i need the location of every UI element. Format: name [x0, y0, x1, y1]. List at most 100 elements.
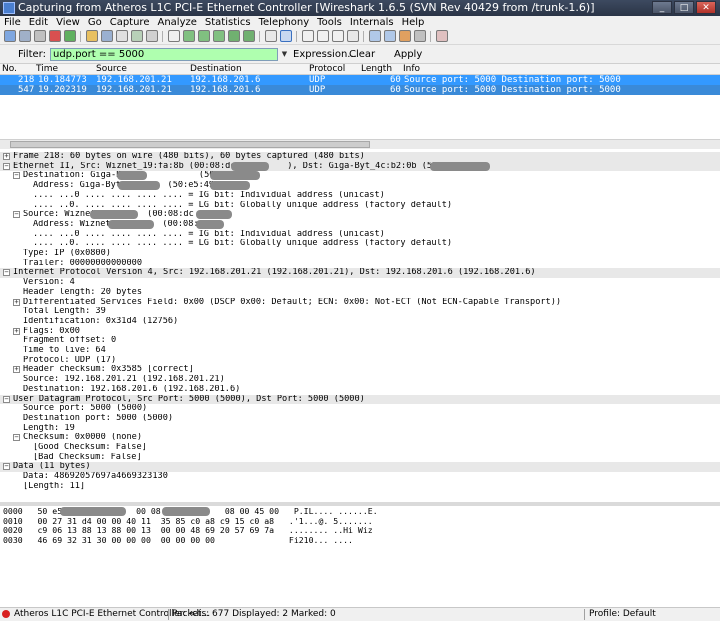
- last-packet-icon[interactable]: [243, 30, 255, 42]
- protocol-tree-item[interactable]: Length: 19: [0, 424, 720, 434]
- collapse-icon[interactable]: −: [13, 211, 20, 219]
- protocol-tree-item[interactable]: .... ..0. .... .... .... .... = LG bit: …: [0, 201, 720, 211]
- col-length[interactable]: Length: [361, 64, 392, 74]
- protocol-tree-item[interactable]: Source: 192.168.201.21 (192.168.201.21): [0, 375, 720, 385]
- find-icon[interactable]: [168, 30, 180, 42]
- protocol-tree-item[interactable]: Version: 4: [0, 278, 720, 288]
- go-to-packet-icon[interactable]: [213, 30, 225, 42]
- zoom-in-icon[interactable]: [302, 30, 314, 42]
- menu-internals[interactable]: Internals: [346, 16, 398, 29]
- colorize-icon[interactable]: [265, 30, 277, 42]
- protocol-tree-item[interactable]: Time to live: 64: [0, 346, 720, 356]
- protocol-tree-header[interactable]: − User Datagram Protocol, Src Port: 5000 …: [0, 394, 720, 405]
- options-icon[interactable]: [19, 30, 31, 42]
- protocol-tree-item[interactable]: + Header checksum: 0x3585 [correct]: [0, 365, 720, 375]
- preferences-icon[interactable]: [414, 30, 426, 42]
- col-no[interactable]: No.: [2, 64, 17, 74]
- collapse-icon[interactable]: −: [3, 269, 10, 277]
- expression-button[interactable]: Expression...: [293, 49, 357, 60]
- protocol-tree-item[interactable]: [Good Checksum: False]: [0, 443, 720, 453]
- protocol-tree-item[interactable]: Destination port: 5000 (5000): [0, 414, 720, 424]
- chevron-down-icon[interactable]: ▼: [280, 48, 289, 61]
- capture-filters-icon[interactable]: [369, 30, 381, 42]
- apply-button[interactable]: Apply: [394, 49, 422, 60]
- collapse-icon[interactable]: −: [3, 395, 10, 403]
- protocol-tree-item[interactable]: + Differentiated Services Field: 0x00 (DS…: [0, 298, 720, 308]
- protocol-tree-item[interactable]: + Flags: 0x00: [0, 327, 720, 337]
- protocol-tree-item[interactable]: Protocol: UDP (17): [0, 356, 720, 366]
- col-source[interactable]: Source: [96, 64, 127, 74]
- protocol-tree-item[interactable]: Header length: 20 bytes: [0, 288, 720, 298]
- start-capture-icon[interactable]: [34, 30, 46, 42]
- protocol-tree-item[interactable]: Identification: 0x31d4 (12756): [0, 317, 720, 327]
- expand-icon[interactable]: +: [13, 366, 20, 374]
- menu-edit[interactable]: Edit: [25, 16, 52, 29]
- minimize-button[interactable]: _: [652, 1, 672, 14]
- menu-telephony[interactable]: Telephony: [255, 16, 314, 29]
- help-icon[interactable]: [436, 30, 448, 42]
- protocol-tree-header[interactable]: + Frame 218: 60 bytes on wire (480 bits),…: [0, 152, 720, 162]
- protocol-tree-item[interactable]: .... ..0. .... .... .... .... = LG bit: …: [0, 239, 720, 249]
- collapse-icon[interactable]: −: [3, 463, 10, 471]
- protocol-tree-header[interactable]: − Internet Protocol Version 4, Src: 192.1…: [0, 268, 720, 279]
- packet-row[interactable]: 547 19.202319 192.168.201.21 192.168.201…: [0, 85, 720, 95]
- protocol-tree-item[interactable]: Address: Giga-Byt_ (50:e5:49: [0, 181, 720, 191]
- collapse-icon[interactable]: −: [3, 162, 10, 170]
- protocol-tree-header[interactable]: − Data (11 bytes): [0, 462, 720, 473]
- scrollbar-thumb[interactable]: [10, 141, 370, 148]
- menu-tools[interactable]: Tools: [313, 16, 346, 29]
- stop-capture-icon[interactable]: [49, 30, 61, 42]
- expand-icon[interactable]: +: [3, 153, 10, 160]
- protocol-tree-item[interactable]: Total Length: 39: [0, 307, 720, 317]
- protocol-tree-item[interactable]: .... ...0 .... .... .... .... = IG bit: …: [0, 230, 720, 240]
- coloring-rules-icon[interactable]: [399, 30, 411, 42]
- first-packet-icon[interactable]: [228, 30, 240, 42]
- packet-list-scrollbar[interactable]: [0, 139, 720, 149]
- zoom-out-icon[interactable]: [317, 30, 329, 42]
- protocol-tree-item[interactable]: Source port: 5000 (5000): [0, 404, 720, 414]
- filter-input[interactable]: udp.port == 5000: [50, 48, 278, 61]
- menu-view[interactable]: View: [52, 16, 84, 29]
- expand-icon[interactable]: +: [13, 298, 20, 306]
- go-forward-icon[interactable]: [198, 30, 210, 42]
- col-protocol[interactable]: Protocol: [309, 64, 345, 74]
- menu-file[interactable]: File: [0, 16, 25, 29]
- protocol-tree-item[interactable]: .... ...0 .... .... .... .... = IG bit: …: [0, 191, 720, 201]
- menu-statistics[interactable]: Statistics: [201, 16, 255, 29]
- protocol-tree-item[interactable]: Trailer: 00000000000000: [0, 259, 720, 269]
- collapse-icon[interactable]: −: [13, 434, 20, 442]
- protocol-tree-item[interactable]: [Bad Checksum: False]: [0, 453, 720, 463]
- hex-dump-line[interactable]: 0030 46 69 32 31 30 00 00 00 00 00 00 00…: [3, 535, 353, 546]
- menu-help[interactable]: Help: [398, 16, 429, 29]
- protocol-tree-item[interactable]: − Checksum: 0x0000 (none): [0, 433, 720, 443]
- interfaces-icon[interactable]: [4, 30, 16, 42]
- col-destination[interactable]: Destination: [190, 64, 242, 74]
- col-info[interactable]: Info: [403, 64, 420, 74]
- collapse-icon[interactable]: −: [13, 172, 20, 180]
- protocol-tree-item[interactable]: Fragment offset: 0: [0, 336, 720, 346]
- resize-columns-icon[interactable]: [347, 30, 359, 42]
- save-icon[interactable]: [101, 30, 113, 42]
- maximize-button[interactable]: □: [674, 1, 694, 14]
- protocol-tree-item[interactable]: [Length: 11]: [0, 482, 720, 492]
- protocol-tree-item[interactable]: Destination: 192.168.201.6 (192.168.201.…: [0, 385, 720, 395]
- expand-icon[interactable]: +: [13, 327, 20, 335]
- open-icon[interactable]: [86, 30, 98, 42]
- col-time[interactable]: Time: [36, 64, 58, 74]
- protocol-tree-header[interactable]: − Ethernet II, Src: Wiznet_19:fa:8b (00:0…: [0, 161, 720, 172]
- capture-status-icon[interactable]: [2, 610, 10, 618]
- close-file-icon[interactable]: [116, 30, 128, 42]
- packet-row[interactable]: 218 10.184773 192.168.201.21 192.168.201…: [0, 75, 720, 85]
- display-filters-icon[interactable]: [384, 30, 396, 42]
- close-button[interactable]: ✕: [696, 1, 716, 14]
- restart-capture-icon[interactable]: [64, 30, 76, 42]
- reload-icon[interactable]: [131, 30, 143, 42]
- protocol-tree-item[interactable]: Type: IP (0x0800): [0, 249, 720, 259]
- normal-size-icon[interactable]: [332, 30, 344, 42]
- print-icon[interactable]: [146, 30, 158, 42]
- go-back-icon[interactable]: [183, 30, 195, 42]
- auto-scroll-icon[interactable]: [280, 30, 292, 42]
- menu-analyze[interactable]: Analyze: [153, 16, 200, 29]
- protocol-tree-item[interactable]: −Destination: Giga-Byt_ (50:e5:49: [0, 171, 720, 181]
- menu-go[interactable]: Go: [84, 16, 106, 29]
